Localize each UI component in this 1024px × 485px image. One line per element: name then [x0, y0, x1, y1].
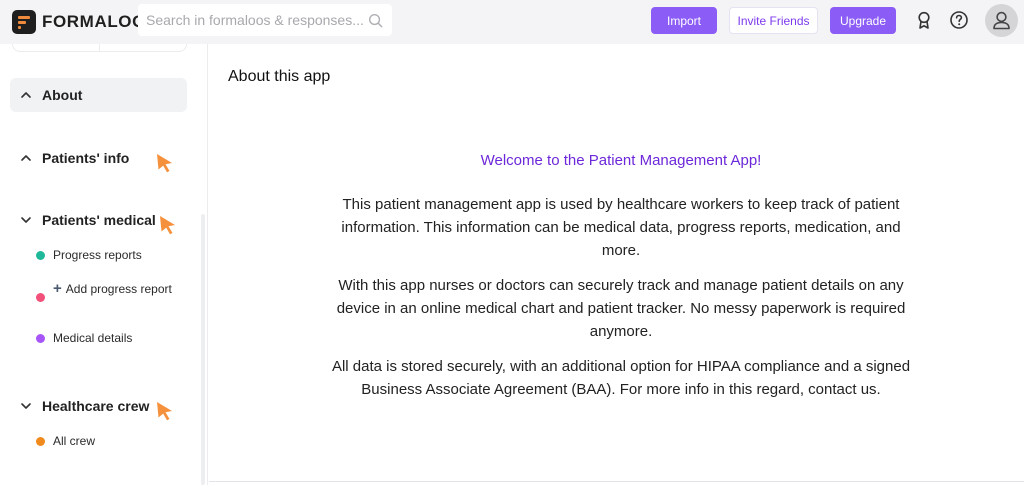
- pointer-cursor-icon: [160, 216, 175, 235]
- sidebar-group-label: Patients' medical: [42, 212, 156, 228]
- chevron-down-icon: [21, 403, 31, 409]
- search-input[interactable]: [146, 4, 364, 36]
- chevron-up-icon: [21, 92, 31, 98]
- sidebar-item-label: Add progress report: [65, 282, 172, 296]
- about-paragraph: With this app nurses or doctors can secu…: [336, 277, 906, 340]
- brand-name: FORMALOO: [42, 12, 146, 31]
- sidebar-item-all-crew[interactable]: All crew: [36, 434, 95, 448]
- help-icon[interactable]: [949, 10, 969, 30]
- sidebar-item-medical-details[interactable]: Medical details: [36, 331, 132, 345]
- dot-icon: [36, 437, 45, 446]
- welcome-heading: Welcome to the Patient Management App!: [480, 152, 762, 169]
- sidebar-item-label: All crew: [53, 434, 96, 448]
- upgrade-button[interactable]: Upgrade: [830, 7, 896, 34]
- about-content: Welcome to the Patient Management App! T…: [269, 152, 973, 413]
- sidebar-group-label: Patients' info: [42, 150, 130, 166]
- pointer-cursor-icon: [157, 402, 172, 421]
- sidebar-group-about[interactable]: About: [10, 78, 187, 112]
- user-icon: [993, 11, 1010, 30]
- plus-icon: +: [53, 280, 62, 297]
- dot-icon: [36, 293, 45, 302]
- main-content: About this app Welcome to the Patient Ma…: [209, 44, 1024, 485]
- about-paragraph: This patient management app is used by h…: [341, 196, 901, 259]
- avatar[interactable]: [985, 4, 1018, 37]
- page-title: About this app: [228, 68, 331, 85]
- sidebar-group-label: Healthcare crew: [42, 398, 150, 414]
- dot-icon: [36, 251, 45, 260]
- dot-icon: [36, 334, 45, 343]
- award-icon[interactable]: [914, 10, 934, 30]
- pointer-cursor-icon: [157, 154, 172, 173]
- chevron-up-icon: [21, 155, 31, 161]
- sidebar-item-progress-reports[interactable]: Progress reports: [36, 248, 142, 262]
- divider: [209, 481, 1024, 482]
- sidebar-group-label: About: [42, 87, 83, 103]
- formaloo-logo[interactable]: FORMALOO: [12, 9, 146, 35]
- about-paragraph: All data is stored securely, with an add…: [331, 358, 911, 398]
- sidebar-item-label-wrap: + Add progress report: [53, 280, 172, 298]
- sidebar-tabs-fragment: [12, 44, 187, 52]
- search-icon[interactable]: [368, 13, 383, 28]
- sidebar-item-add-progress-report[interactable]: + Add progress report: [36, 280, 176, 302]
- import-button[interactable]: Import: [651, 7, 717, 34]
- top-bar: FORMALOO Import Invite Friends Upgrade: [0, 0, 1024, 44]
- formaloo-logo-icon: [12, 10, 36, 34]
- sidebar: About Patients' info Patients' medical P…: [0, 44, 208, 485]
- invite-friends-button[interactable]: Invite Friends: [729, 7, 818, 34]
- sidebar-scrollbar[interactable]: [201, 214, 205, 485]
- search-box[interactable]: [138, 4, 392, 36]
- chevron-down-icon: [21, 217, 31, 223]
- sidebar-item-label: Medical details: [53, 331, 133, 345]
- sidebar-item-label: Progress reports: [53, 248, 142, 262]
